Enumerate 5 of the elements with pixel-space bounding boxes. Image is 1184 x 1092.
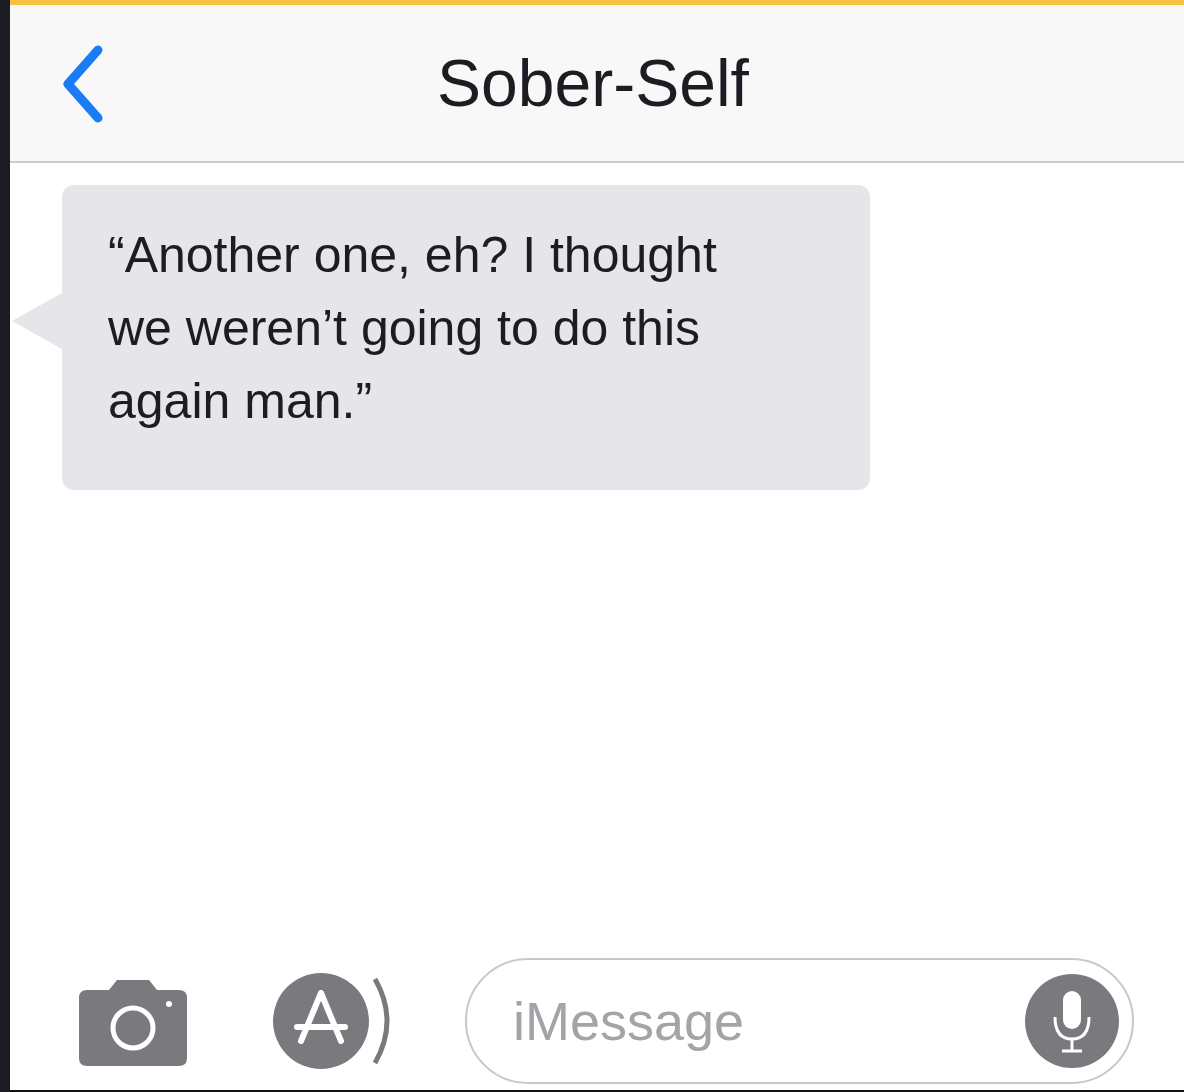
microphone-icon[interactable] xyxy=(1024,973,1120,1069)
message-field[interactable]: iMessage xyxy=(465,958,1134,1084)
message-bubble: “Another one, eh? I thought we weren’t going to do this again man.” xyxy=(62,185,870,490)
contact-name: Sober-Self xyxy=(437,50,749,116)
back-icon xyxy=(60,44,104,124)
